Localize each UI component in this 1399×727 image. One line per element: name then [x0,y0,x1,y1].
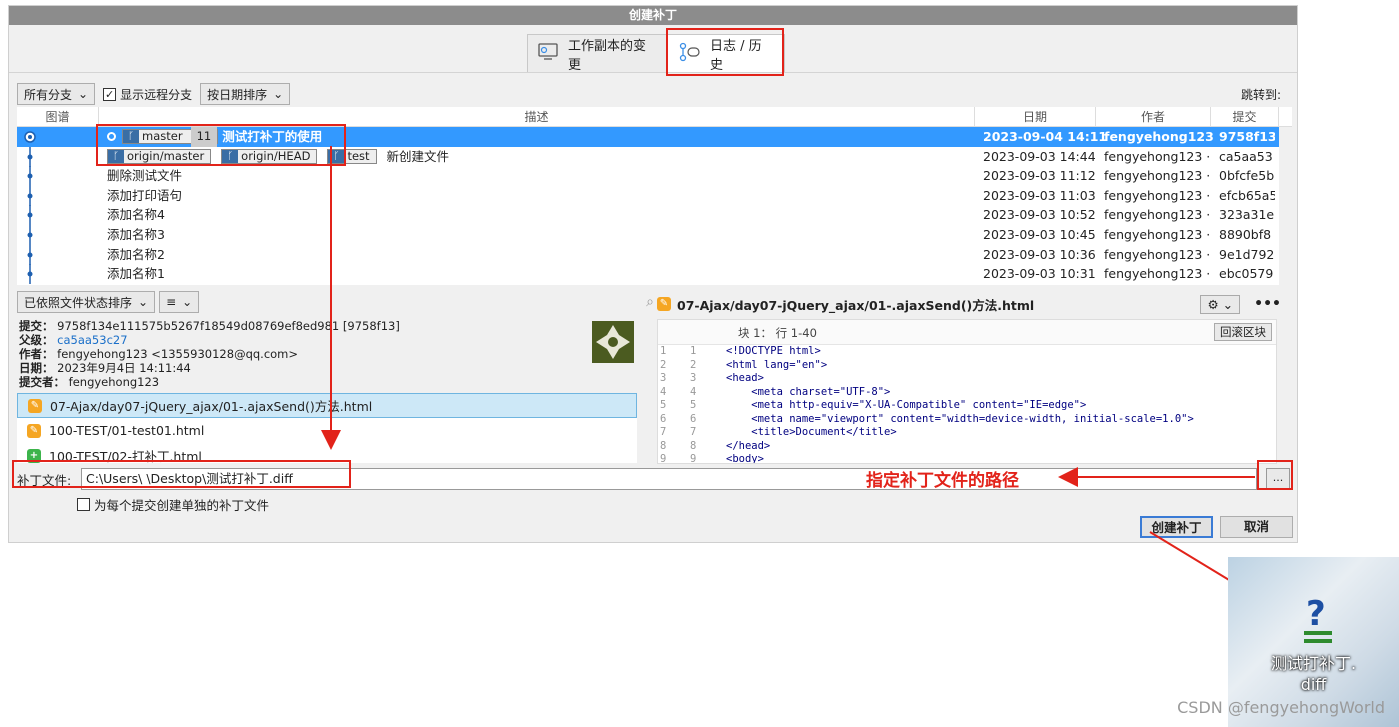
annotation-arrows [321,146,1294,620]
annotation-label: 指定补丁文件的路径 [866,471,1019,491]
svg-text:?: ? [1306,595,1326,634]
desktop-file-label: 测试打补丁. diff [1270,654,1357,694]
watermark: CSDN @fengyehongWorld [1177,698,1385,717]
diff-file-icon: ? [1298,594,1338,650]
